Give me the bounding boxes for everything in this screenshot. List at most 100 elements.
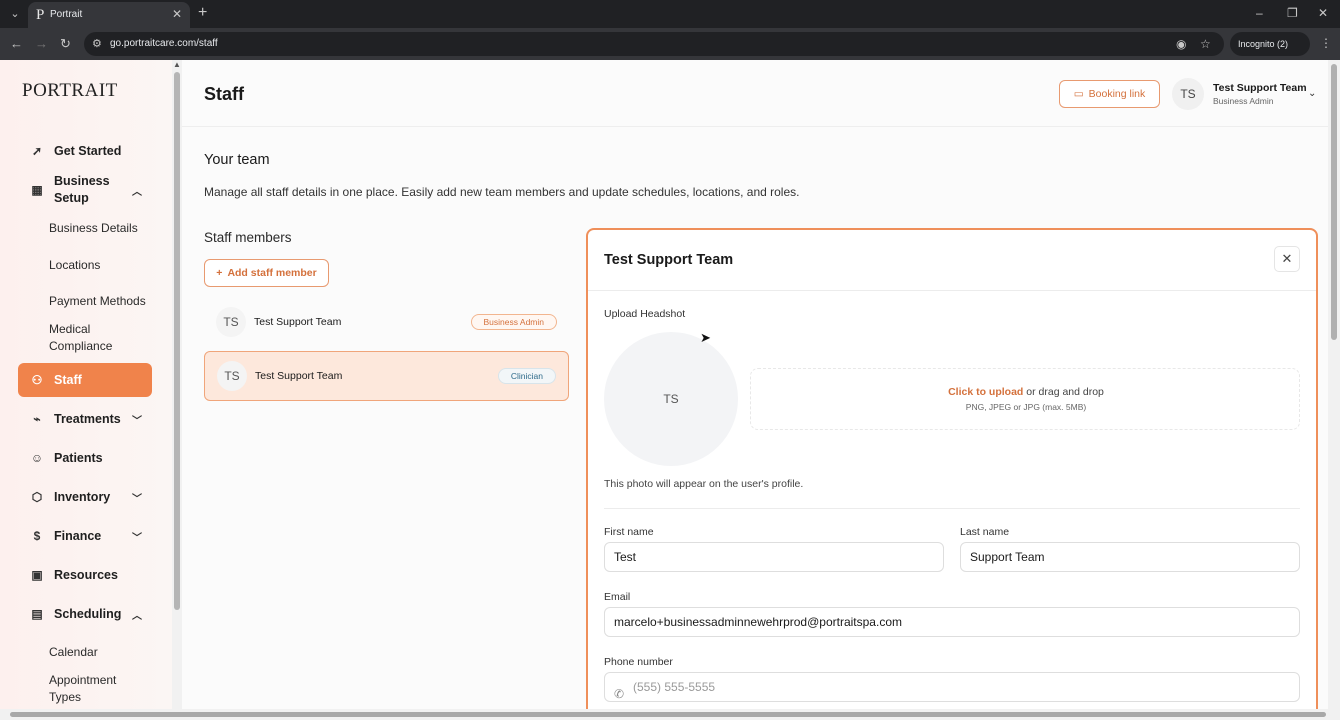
portrait-logo[interactable]: PORTRAIT — [22, 80, 118, 102]
avatar: TS — [216, 307, 246, 337]
user-name[interactable]: Test Support Team — [1213, 82, 1307, 94]
sidebar-item-medical-compliance[interactable]: Medical Compliance — [49, 321, 129, 355]
sidebar: PORTRAIT ➚ Get Started ▦ Business Setup … — [0, 60, 172, 720]
reload-icon[interactable]: ↻ — [60, 36, 71, 52]
close-icon[interactable]: ✕ — [1274, 246, 1300, 272]
avatar[interactable]: TS — [1172, 78, 1204, 110]
box-icon: ⬡ — [31, 490, 43, 504]
sidebar-scrollbar[interactable]: ▲ — [172, 60, 182, 720]
click-to-upload-link[interactable]: Click to upload — [948, 386, 1023, 398]
sidebar-item-finance[interactable]: $ Finance ﹀ — [18, 525, 152, 547]
panel-title: Test Support Team — [604, 252, 734, 268]
chevron-up-icon: ︿ — [132, 186, 142, 198]
plus-icon: + — [216, 267, 223, 279]
address-bar[interactable]: ⚙ go.portraitcare.com/staff ◉ ☆ — [84, 32, 1224, 56]
close-tab-icon[interactable]: ✕ — [172, 7, 182, 21]
horizontal-scrollbar-thumb[interactable] — [10, 712, 1326, 717]
eye-off-icon[interactable]: ◉ — [1176, 37, 1186, 51]
bookmark-star-icon[interactable]: ☆ — [1200, 37, 1211, 51]
main-content: Staff ▭ Booking link TS Test Support Tea… — [182, 60, 1328, 720]
site-info-icon[interactable]: ⚙ — [92, 37, 102, 50]
sidebar-item-get-started[interactable]: ➚ Get Started — [18, 140, 152, 162]
phone-icon: ✆ — [614, 687, 625, 701]
panel-divider — [588, 290, 1316, 291]
section-description: Manage all staff details in one place. E… — [204, 185, 800, 199]
main-scrollbar[interactable] — [1328, 60, 1340, 720]
incognito-label: Incognito (2) — [1238, 39, 1289, 49]
sidebar-item-label: Resources — [54, 568, 118, 582]
phone-number-label: Phone number — [604, 656, 673, 668]
syringe-icon: ⌁ — [33, 412, 41, 426]
back-icon[interactable]: ← — [10, 36, 23, 51]
sidebar-item-locations[interactable]: Locations — [49, 257, 100, 274]
sidebar-item-label: Business Setup — [54, 174, 110, 205]
first-name-field[interactable]: Test — [604, 542, 944, 572]
chevron-down-icon[interactable]: ⌄ — [1308, 88, 1316, 99]
browser-tab[interactable]: P Portrait ✕ — [28, 2, 190, 28]
staff-member-name: Test Support Team — [255, 370, 343, 382]
bookmark-icon: ▣ — [31, 568, 43, 582]
staff-member-row-selected[interactable]: TS Test Support Team Clinician — [204, 351, 569, 401]
main-scrollbar-thumb[interactable] — [1331, 64, 1337, 340]
restore-icon[interactable]: ❐ — [1287, 6, 1298, 20]
dollar-icon: $ — [33, 529, 41, 543]
drag-drop-text: or drag and drop — [1023, 386, 1104, 398]
mouse-cursor-icon: ➤ — [700, 330, 711, 345]
chevron-up-icon: ︿ — [132, 610, 142, 622]
browser-menu-icon[interactable]: ⋮ — [1320, 36, 1332, 50]
upload-headshot-label: Upload Headshot — [604, 308, 686, 320]
chevron-down-icon: ﹀ — [132, 415, 142, 427]
upload-dropzone[interactable]: Click to upload or drag and drop PNG, JP… — [750, 368, 1300, 430]
sidebar-item-calendar[interactable]: Calendar — [49, 644, 98, 661]
section-divider — [604, 508, 1300, 509]
sidebar-item-resources[interactable]: ▣ Resources — [18, 564, 152, 586]
app-page: PORTRAIT ➚ Get Started ▦ Business Setup … — [0, 60, 1340, 720]
building-icon: ▦ — [31, 183, 43, 197]
new-tab-icon[interactable]: + — [198, 4, 207, 22]
person-icon: ☺ — [30, 451, 44, 465]
sidebar-item-treatments[interactable]: ⌁ Treatments ﹀ — [18, 408, 152, 430]
email-field[interactable]: marcelo+businessadminnewehrprod@portrait… — [604, 607, 1300, 637]
sidebar-scrollbar-thumb[interactable] — [174, 72, 180, 610]
header-divider — [182, 126, 1328, 127]
sidebar-item-label: Inventory — [54, 490, 111, 504]
upload-hint: PNG, JPEG or JPG (max. 5MB) — [965, 402, 1087, 412]
scroll-up-arrow-icon[interactable]: ▲ — [173, 60, 181, 69]
sidebar-item-label: Get Started — [54, 144, 122, 158]
phone-number-field[interactable]: ✆ (555) 555-5555 — [604, 672, 1300, 702]
page-title: Staff — [204, 84, 244, 104]
headshot-avatar: TS — [604, 332, 738, 466]
sidebar-item-label: Finance — [54, 529, 102, 543]
sidebar-item-scheduling[interactable]: ▤ Scheduling ︿ — [18, 603, 152, 625]
add-staff-member-button[interactable]: + Add staff member — [204, 259, 329, 287]
horizontal-scrollbar[interactable] — [0, 709, 1340, 720]
sidebar-item-payment-methods[interactable]: Payment Methods — [49, 293, 146, 310]
staff-member-name: Test Support Team — [254, 316, 342, 328]
forward-icon[interactable]: → — [35, 36, 48, 51]
calendar-icon: ▤ — [31, 607, 43, 621]
section-title: Your team — [204, 152, 270, 168]
last-name-field[interactable]: Support Team — [960, 542, 1300, 572]
users-icon: ⚇ — [31, 373, 43, 387]
tab-search-icon[interactable]: ⌄ — [6, 6, 24, 22]
email-label: Email — [604, 591, 631, 603]
sidebar-item-appointment-types[interactable]: Appointment Types — [49, 672, 129, 706]
phone-placeholder: (555) 555-5555 — [633, 680, 716, 694]
upload-instructions: Click to upload or drag and drop — [751, 386, 1301, 398]
last-name-label: Last name — [960, 526, 1010, 538]
incognito-indicator[interactable]: Incognito (2) — [1230, 32, 1310, 56]
sidebar-item-staff[interactable]: ⚇ Staff — [18, 363, 152, 397]
booking-link-button[interactable]: ▭ Booking link — [1059, 80, 1160, 108]
sidebar-item-business-details[interactable]: Business Details — [49, 220, 138, 237]
sidebar-item-patients[interactable]: ☺ Patients — [18, 447, 152, 469]
browser-toolbar: ← → ↻ ⚙ go.portraitcare.com/staff ◉ ☆ In… — [0, 28, 1340, 60]
chevron-down-icon: ﹀ — [132, 532, 142, 544]
staff-member-row[interactable]: TS Test Support Team Business Admin — [204, 298, 569, 348]
browser-tabbar: ⌄ P Portrait ✕ + – ❐ ✕ — [0, 0, 1340, 28]
staff-detail-panel: Test Support Team ✕ Upload Headshot TS C… — [586, 228, 1318, 720]
close-window-icon[interactable]: ✕ — [1318, 6, 1328, 20]
calendar-icon: ▭ — [1073, 88, 1084, 100]
sidebar-item-inventory[interactable]: ⬡ Inventory ﹀ — [18, 486, 152, 508]
minimize-icon[interactable]: – — [1256, 6, 1263, 20]
sidebar-item-business-setup[interactable]: ▦ Business Setup ︿ — [18, 173, 152, 207]
